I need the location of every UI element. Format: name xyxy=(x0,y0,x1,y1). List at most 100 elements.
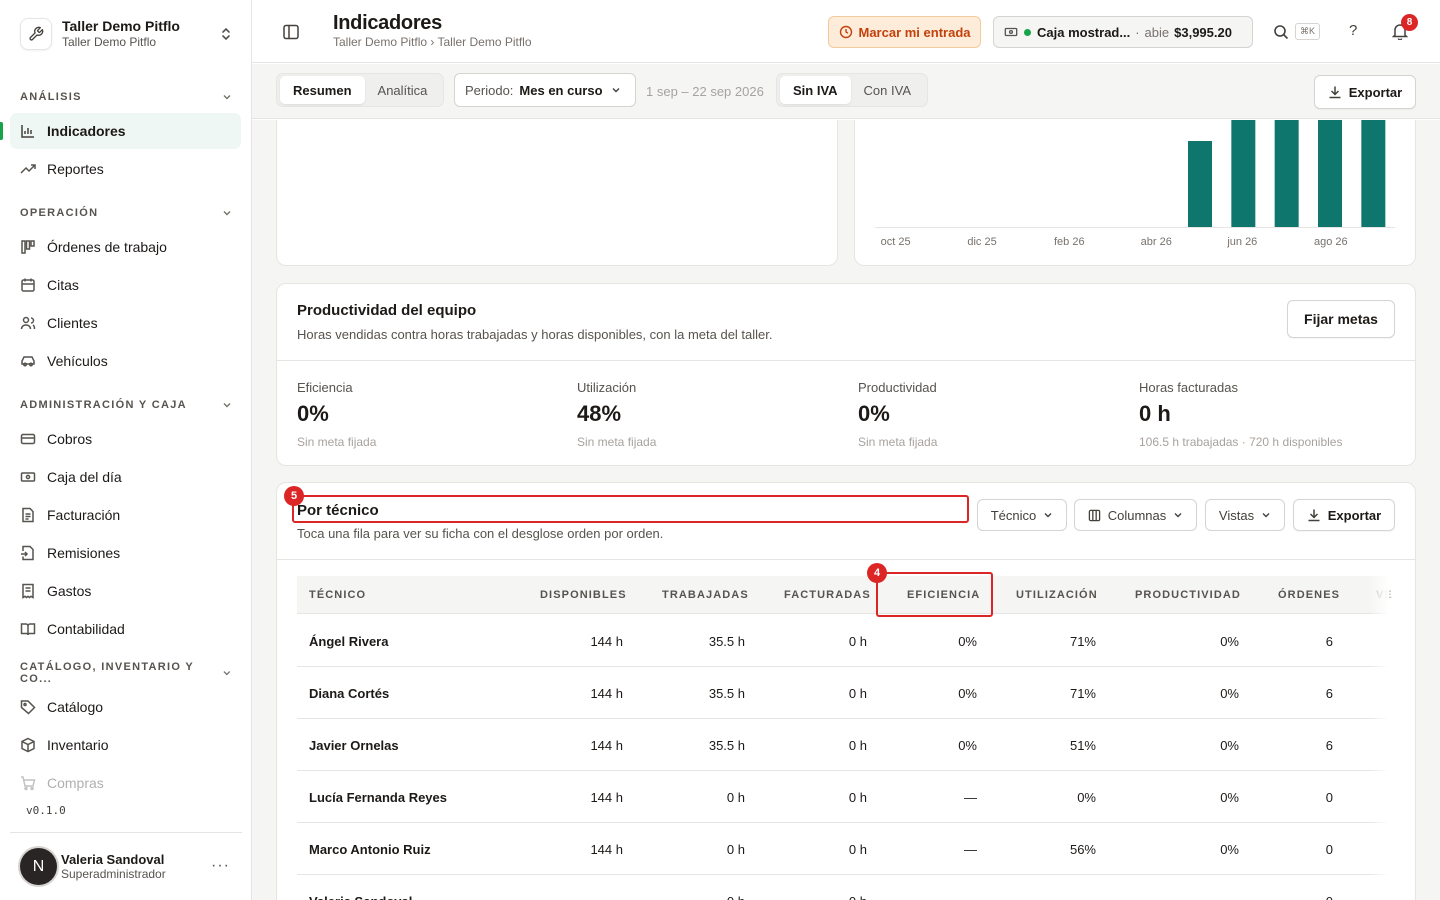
section-label: ADMINISTRACIÓN Y CAJA xyxy=(20,399,187,411)
table-cell: — xyxy=(610,894,623,900)
kpi-label: Productividad xyxy=(858,380,937,395)
chart-bar[interactable] xyxy=(1318,120,1342,227)
sidebar-item-compras[interactable]: Compras xyxy=(10,765,241,801)
table-cell: 71% xyxy=(1069,634,1096,649)
col-productividad[interactable]: PRODUCTIVIDAD xyxy=(1135,589,1241,601)
sidebar-item-label: Citas xyxy=(47,277,79,293)
col-disponibles[interactable]: DISPONIBLES xyxy=(540,589,627,601)
technician-name: Lucía Fernanda Reyes xyxy=(309,790,447,805)
technician-filter[interactable]: Técnico xyxy=(977,499,1067,531)
sidebar-item-remisiones[interactable]: Remisiones xyxy=(10,535,241,571)
breadcrumb: Taller Demo Pitflo › Taller Demo Pitflo xyxy=(333,35,532,49)
user-menu[interactable]: N Valeria Sandoval Superadministrador ··… xyxy=(10,832,242,900)
chart-bar[interactable] xyxy=(1361,120,1386,227)
by-tech-description: Toca una fila para ver su ficha con el d… xyxy=(297,526,664,541)
kpi-productividad: Productividad 0% Sin meta fijada xyxy=(858,380,937,449)
sidebar-item-reportes[interactable]: Reportes xyxy=(10,151,241,187)
search-icon[interactable] xyxy=(1273,24,1289,40)
kpi-sub: 106.5 h trabajadas · 720 h disponibles xyxy=(1139,435,1343,449)
chart-bar[interactable] xyxy=(1188,141,1212,227)
sidebar-toggle-icon[interactable] xyxy=(282,23,300,41)
export-button[interactable]: Exportar xyxy=(1314,75,1416,109)
workspace-subtitle: Taller Demo Pitflo xyxy=(62,35,157,49)
table-row[interactable]: Valeria Sandoval — 0 h 0 h — — — 0 xyxy=(297,875,1389,900)
chevron-down-icon xyxy=(223,211,231,216)
trending-up-icon xyxy=(20,164,36,174)
table-cell: 35.5 h xyxy=(708,634,745,649)
sidebar-item-vehiculos[interactable]: Vehículos xyxy=(10,343,241,379)
more-horizontal-icon[interactable]: ··· xyxy=(211,857,230,875)
sidebar-item-label: Órdenes de trabajo xyxy=(47,239,167,255)
sidebar-item-cobros[interactable]: Cobros xyxy=(10,421,241,457)
table-row[interactable]: Ángel Rivera 144 h 35.5 h 0 h 0% 71% 0% 6 xyxy=(297,615,1389,667)
kpi-sub: Sin meta fijada xyxy=(577,435,657,449)
tax-sin-iva[interactable]: Sin IVA xyxy=(780,76,851,104)
sidebar-item-facturacion[interactable]: Facturación xyxy=(10,497,241,533)
sidebar-item-clientes[interactable]: Clientes xyxy=(10,305,241,341)
file-output-icon xyxy=(21,545,34,561)
x-tick-label: ago 26 xyxy=(1314,236,1348,248)
col-ordenes[interactable]: ÓRDENES xyxy=(1278,589,1340,601)
sidebar-item-ordenes[interactable]: Órdenes de trabajo xyxy=(10,229,241,265)
cash-register-button[interactable]: Caja mostrad... · abie $3,995.20 xyxy=(993,16,1253,48)
table-cell: 0% xyxy=(1220,842,1239,857)
set-goals-button[interactable]: Fijar metas xyxy=(1287,300,1395,338)
table-cell: 144 h xyxy=(590,842,623,857)
table-cell: 144 h xyxy=(590,738,623,753)
table-cell: 0 h xyxy=(848,738,867,753)
download-icon xyxy=(1329,86,1341,99)
table-row[interactable]: Diana Cortés 144 h 35.5 h 0 h 0% 71% 0% 6 xyxy=(297,667,1389,719)
table-cell: 51% xyxy=(1069,738,1096,753)
table-cell: 0% xyxy=(1220,790,1239,805)
cash-name: Caja mostrad... xyxy=(1037,24,1131,40)
section-administracion[interactable]: ADMINISTRACIÓN Y CAJA xyxy=(20,397,232,413)
x-tick-label: abr 26 xyxy=(1141,236,1172,248)
sidebar-item-indicadores[interactable]: Indicadores xyxy=(0,113,241,149)
section-catalogo[interactable]: CATÁLOGO, INVENTARIO Y CO... xyxy=(20,661,232,685)
sidebar-item-gastos[interactable]: Gastos xyxy=(10,573,241,609)
section-analisis[interactable]: ANÁLISIS xyxy=(20,89,232,105)
divider xyxy=(277,360,1415,361)
col-tecnico[interactable]: TÉCNICO xyxy=(309,589,366,601)
period-select[interactable]: Periodo: Mes en curso xyxy=(454,73,636,107)
view-toolbar: Resumen Analítica Periodo: Mes en curso … xyxy=(252,64,1440,119)
monthly-bar-chart: oct 25 dic 25 feb 26 abr 26 jun 26 ago 26 xyxy=(875,120,1395,248)
columns-button[interactable]: Columnas xyxy=(1074,499,1197,531)
workspace-switcher[interactable]: Taller Demo Pitflo Taller Demo Pitflo xyxy=(10,8,242,60)
section-label: CATÁLOGO, INVENTARIO Y CO... xyxy=(20,661,194,685)
views-label: Vistas xyxy=(1218,507,1255,523)
section-operacion[interactable]: OPERACIÓN xyxy=(20,205,232,221)
col-utilizacion[interactable]: UTILIZACIÓN xyxy=(1016,589,1098,601)
export-table-button[interactable]: Exportar xyxy=(1293,499,1395,531)
wrench-icon xyxy=(20,18,52,50)
chevron-down-icon xyxy=(1044,513,1052,518)
sidebar-item-contabilidad[interactable]: Contabilidad xyxy=(10,611,241,647)
sidebar-item-caja[interactable]: Caja del día xyxy=(10,459,241,495)
mark-entry-button[interactable]: Marcar mi entrada xyxy=(828,16,981,48)
tax-con-iva[interactable]: Con IVA xyxy=(851,76,924,104)
table-row[interactable]: Javier Ornelas 144 h 35.5 h 0 h 0% 51% 0% 6 xyxy=(297,719,1389,771)
views-button[interactable]: Vistas xyxy=(1205,499,1285,531)
kanban-icon xyxy=(21,240,35,254)
period-value: Mes en curso xyxy=(519,82,603,98)
section-label: ANÁLISIS xyxy=(20,91,82,103)
table-row[interactable]: Marco Antonio Ruiz 144 h 0 h 0 h — 56% 0% 0 xyxy=(297,823,1389,875)
sidebar-item-label: Indicadores xyxy=(47,123,126,139)
sidebar-item-inventario[interactable]: Inventario xyxy=(10,727,241,763)
package-icon xyxy=(21,737,35,753)
chart-bar[interactable] xyxy=(1274,120,1299,227)
chevron-down-icon xyxy=(223,403,231,408)
col-trabajadas[interactable]: TRABAJADAS xyxy=(662,589,749,601)
help-icon[interactable]: ? xyxy=(1349,22,1357,39)
sidebar-item-citas[interactable]: Citas xyxy=(10,267,241,303)
calendar-icon xyxy=(21,278,35,292)
table-cell: 0 h xyxy=(727,894,745,900)
sidebar-item-catalogo[interactable]: Catálogo xyxy=(10,689,241,725)
table-row[interactable]: Lucía Fernanda Reyes 144 h 0 h 0 h — 0% 0% 0 xyxy=(297,771,1389,823)
tab-analitica[interactable]: Analítica xyxy=(365,76,441,104)
col-facturadas[interactable]: FACTURADAS xyxy=(784,589,871,601)
sidebar-item-label: Vehículos xyxy=(47,353,108,369)
tab-resumen[interactable]: Resumen xyxy=(280,76,365,104)
table-cell: 0 xyxy=(1325,790,1333,805)
chart-bar[interactable] xyxy=(1231,120,1256,227)
